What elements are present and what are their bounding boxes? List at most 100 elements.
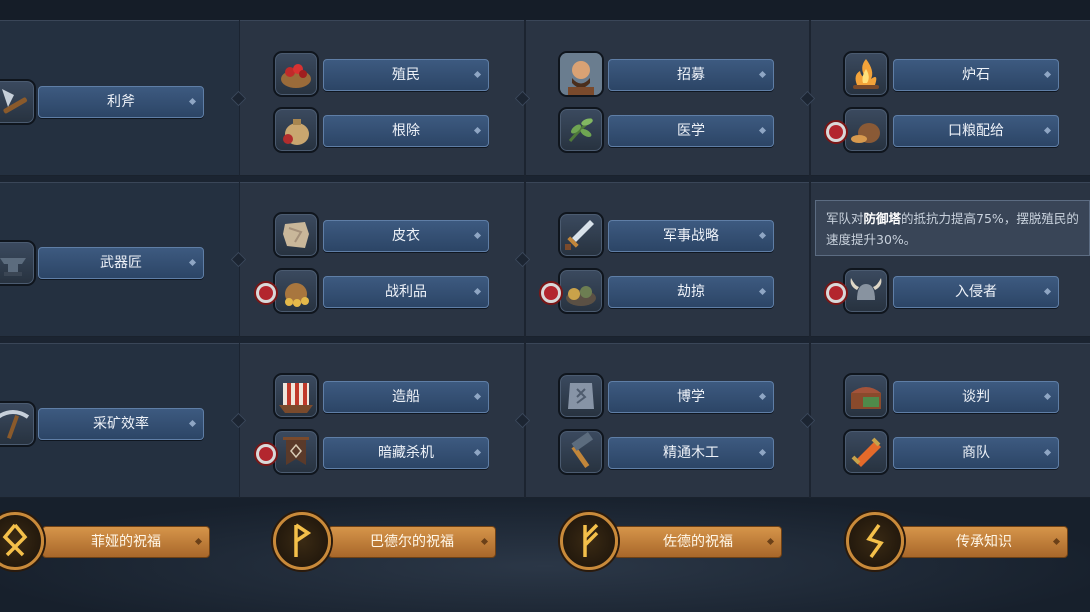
sword-icon[interactable] (558, 212, 604, 258)
blessing-balder[interactable]: 巴德尔的祝福 (328, 526, 496, 558)
bar-dot-icon (1043, 126, 1052, 135)
upgrade-label: 皮衣 (392, 228, 420, 244)
sack-icon[interactable] (273, 107, 319, 153)
upgrade-label: 殖民 (392, 67, 420, 83)
wunjo-rune-icon[interactable] (273, 512, 331, 570)
upgrade-label: 招募 (677, 67, 705, 83)
hide-icon[interactable] (273, 212, 319, 258)
bar-dot-icon (473, 448, 482, 457)
trade-chest-icon[interactable] (843, 373, 889, 419)
bar-dot-icon (1043, 287, 1052, 296)
blessing-inherited-knowledge[interactable]: 传承知识 (900, 526, 1068, 558)
bar-dot-icon (473, 392, 482, 401)
upgrade-shipbuilding[interactable]: 造船 (323, 381, 489, 413)
bar-dot-icon (194, 537, 203, 546)
herb-icon[interactable] (558, 107, 604, 153)
horned-helmet-icon[interactable] (843, 268, 889, 314)
othala-rune-icon[interactable] (0, 512, 44, 570)
locked-icon (254, 281, 278, 305)
upgrade-label: 劫掠 (677, 284, 705, 300)
scroll-icon[interactable] (843, 429, 889, 475)
top-strip (0, 0, 1090, 20)
upgrade-plunder[interactable]: 劫掠 (608, 276, 774, 308)
upgrade-recruit[interactable]: 招募 (608, 59, 774, 91)
bar-dot-icon (758, 126, 767, 135)
upgrade-label: 炉石 (962, 67, 990, 83)
upgrade-mining-efficiency[interactable]: 采矿效率 (38, 408, 204, 440)
upgrade-label: 博学 (677, 389, 705, 405)
blessing-freya[interactable]: 菲娅的祝福 (42, 526, 210, 558)
upgrade-label: 精通木工 (663, 445, 719, 461)
tooltip-text-pre: 军队对 (826, 211, 864, 226)
bar-dot-icon (188, 258, 197, 267)
upgrade-label: 战利品 (385, 284, 427, 300)
upgrade-medicine[interactable]: 医学 (608, 115, 774, 147)
campfire-icon[interactable] (843, 51, 889, 97)
upgrade-military-strategy[interactable]: 军事战略 (608, 220, 774, 252)
algiz-rune-icon[interactable] (560, 512, 618, 570)
upgrade-erudition[interactable]: 博学 (608, 381, 774, 413)
bar-dot-icon (758, 392, 767, 401)
upgrade-weaponsmith[interactable]: 武器匠 (38, 247, 204, 279)
upgrade-invader[interactable]: 入侵者 (893, 276, 1059, 308)
bar-dot-icon (188, 419, 197, 428)
upgrade-label: 医学 (677, 123, 705, 139)
locked-icon (254, 442, 278, 466)
bar-dot-icon (188, 97, 197, 106)
upgrade-negotiation[interactable]: 谈判 (893, 381, 1059, 413)
pickaxe-icon[interactable] (0, 401, 36, 447)
upgrade-colonize[interactable]: 殖民 (323, 59, 489, 91)
blessing-label: 巴德尔的祝福 (370, 534, 454, 550)
banner-icon[interactable] (273, 429, 319, 475)
blessing-label: 佐德的祝福 (663, 534, 733, 550)
bar-dot-icon (758, 231, 767, 240)
berries-bowl-icon[interactable] (273, 51, 319, 97)
bar-dot-icon (1043, 70, 1052, 79)
locked-icon (824, 120, 848, 144)
rune-stone-icon[interactable] (558, 373, 604, 419)
bar-dot-icon (766, 537, 775, 546)
upgrade-tooltip: 军队对防御塔的抵抗力提高75%，摆脱殖民的速度提升30%。 (815, 200, 1090, 256)
upgrade-hidden-danger[interactable]: 暗藏杀机 (323, 437, 489, 469)
upgrade-label: 谈判 (962, 389, 990, 405)
anvil-icon[interactable] (0, 240, 36, 286)
bar-dot-icon (1043, 448, 1052, 457)
tooltip-highlight: 防御塔 (863, 211, 902, 226)
bar-dot-icon (758, 448, 767, 457)
upgrade-label: 根除 (392, 123, 420, 139)
locked-icon (539, 281, 563, 305)
bar-dot-icon (1052, 537, 1061, 546)
upgrade-rationing[interactable]: 口粮配给 (893, 115, 1059, 147)
upgrade-spoils[interactable]: 战利品 (323, 276, 489, 308)
upgrade-label: 造船 (392, 389, 420, 405)
axe-icon[interactable] (0, 79, 36, 125)
upgrade-eradicate[interactable]: 根除 (323, 115, 489, 147)
upgrade-label: 商队 (962, 445, 990, 461)
sowilo-rune-icon[interactable] (846, 512, 904, 570)
upgrade-label: 口粮配给 (948, 123, 1004, 139)
bar-dot-icon (758, 287, 767, 296)
locked-icon (824, 281, 848, 305)
upgrade-lihu[interactable]: 利斧 (38, 86, 204, 118)
hammer-icon[interactable] (558, 429, 604, 475)
loot-bag-icon[interactable] (273, 268, 319, 314)
upgrade-label: 利斧 (107, 94, 135, 110)
upgrade-caravan[interactable]: 商队 (893, 437, 1059, 469)
plunder-pile-icon[interactable] (558, 268, 604, 314)
bar-dot-icon (473, 70, 482, 79)
row-panel-1-cols (240, 20, 1090, 176)
bar-dot-icon (473, 287, 482, 296)
blessing-thord[interactable]: 佐德的祝福 (614, 526, 782, 558)
row-panel-3-cols (240, 343, 1090, 498)
blessing-label: 菲娅的祝福 (91, 534, 161, 550)
upgrade-leather[interactable]: 皮衣 (323, 220, 489, 252)
upgrade-label: 军事战略 (663, 228, 719, 244)
bread-bag-icon[interactable] (843, 107, 889, 153)
warrior-portrait-icon[interactable] (558, 51, 604, 97)
upgrade-hearthstone[interactable]: 炉石 (893, 59, 1059, 91)
longship-icon[interactable] (273, 373, 319, 419)
upgrade-label: 暗藏杀机 (378, 445, 434, 461)
bar-dot-icon (473, 126, 482, 135)
upgrade-label: 武器匠 (100, 255, 142, 271)
upgrade-master-carpentry[interactable]: 精通木工 (608, 437, 774, 469)
